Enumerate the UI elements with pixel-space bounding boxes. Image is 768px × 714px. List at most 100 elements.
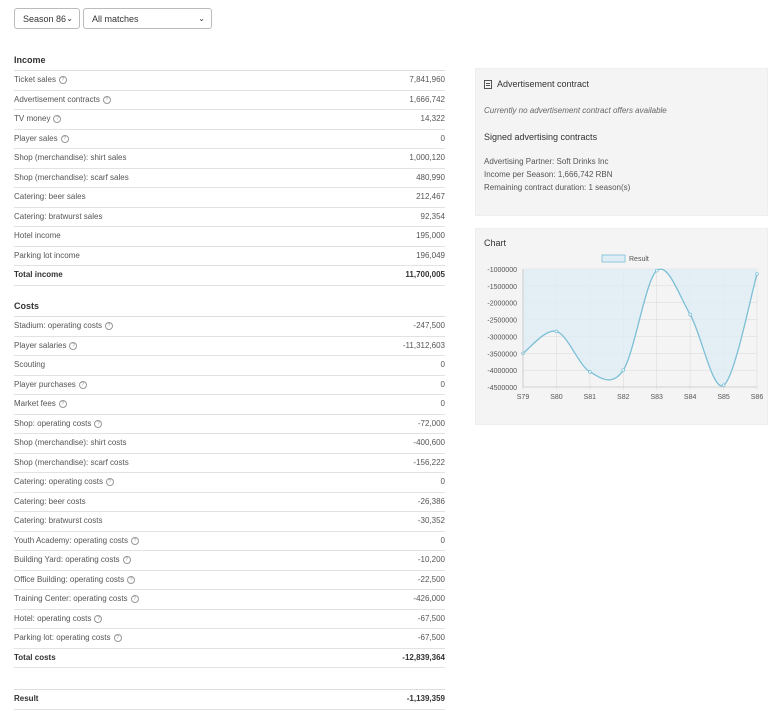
income-total-row: Total income 11,700,005 — [14, 266, 445, 286]
row-value: 14,322 — [420, 114, 445, 123]
row-label: Hotel: operating costs? — [14, 610, 103, 629]
y-tick-label: -4500000 — [487, 385, 517, 392]
y-tick-label: -2000000 — [487, 301, 517, 308]
row-value: -10,200 — [417, 555, 445, 564]
table-row: Shop (merchandise): shirt costs -400,600 — [14, 434, 445, 454]
x-tick-label: S82 — [617, 394, 630, 401]
help-icon[interactable]: ? — [94, 614, 103, 623]
help-icon[interactable]: ? — [113, 634, 122, 643]
help-icon[interactable]: ? — [58, 400, 67, 409]
help-icon[interactable]: ? — [58, 76, 67, 85]
table-row: Player purchases? 0 — [14, 376, 445, 395]
row-label: Catering: bratwurst costs — [14, 516, 103, 525]
table-row: Shop (merchandise): shirt sales 1,000,120 — [14, 149, 445, 169]
row-label: Parking lot: operating costs? — [14, 629, 122, 648]
table-row: Advertisement contracts? 1,666,742 — [14, 91, 445, 110]
help-icon[interactable]: ? — [53, 115, 62, 124]
row-label: Scouting — [14, 360, 46, 369]
y-tick-label: -3000000 — [487, 334, 517, 341]
row-label: Catering: bratwurst sales — [14, 211, 103, 221]
table-row: Catering: bratwurst sales 92,354 — [14, 208, 445, 227]
matches-select-value: All matches — [92, 13, 139, 24]
row-label: Player sales? — [14, 130, 69, 149]
row-value: -247,500 — [413, 321, 445, 330]
data-point — [621, 368, 626, 372]
table-row: Shop (merchandise): scarf sales 480,990 — [14, 169, 445, 188]
row-label: Shop (merchandise): shirt sales — [14, 153, 127, 162]
result-section: Result -1,139,359 — [14, 689, 445, 710]
table-row: Hotel: operating costs? -67,500 — [14, 610, 445, 629]
help-icon[interactable]: ? — [131, 536, 139, 545]
help-icon[interactable]: ? — [78, 380, 87, 389]
row-value: -22,500 — [417, 574, 445, 584]
total-label: Total costs — [14, 652, 56, 662]
total-value: -12,839,364 — [402, 652, 445, 662]
help-icon[interactable]: ? — [69, 341, 78, 350]
legend-label: Result — [629, 256, 649, 263]
x-tick-label: S85 — [717, 394, 730, 401]
row-label: Market fees? — [14, 395, 67, 414]
contract-duration: Remaining contract duration: 1 season(s) — [484, 183, 631, 192]
table-row: Youth Academy: operating costs? 0 — [14, 532, 445, 551]
row-value: 1,666,742 — [409, 94, 445, 104]
row-value: 0 — [440, 379, 445, 389]
help-icon[interactable]: ? — [102, 95, 111, 104]
signed-contracts-title: Signed advertising contracts — [484, 132, 598, 142]
table-row: Catering: bratwurst costs -30,352 — [14, 512, 445, 532]
table-row: Catering: operating costs? 0 — [14, 473, 445, 493]
help-icon[interactable]: ? — [105, 478, 114, 487]
row-value: -67,500 — [417, 633, 445, 642]
help-icon[interactable]: ? — [130, 595, 139, 604]
table-row: Player salaries? -11,312,603 — [14, 337, 445, 356]
row-label: TV money? — [14, 110, 62, 129]
document-icon — [484, 79, 492, 89]
help-icon[interactable]: ? — [105, 322, 114, 331]
table-row: TV money? 14,322 — [14, 110, 445, 130]
income-section: Income Ticket sales? 7,841,960 Advertiseme… — [14, 50, 445, 286]
help-icon[interactable]: ? — [122, 556, 131, 565]
row-value: 196,049 — [416, 250, 445, 260]
no-offers-text: Currently no advertisement contract offe… — [484, 106, 667, 115]
matches-select[interactable]: All matches ⌄ — [83, 8, 212, 29]
row-label: Office Building: operating costs? — [14, 571, 136, 590]
table-row: Building Yard: operating costs? -10,200 — [14, 551, 445, 571]
table-row: Shop: operating costs? -72,000 — [14, 415, 445, 434]
series-fill-area — [523, 269, 757, 386]
help-icon[interactable]: ? — [60, 134, 69, 143]
y-tick-label: -4000000 — [487, 368, 517, 375]
row-value: 212,467 — [416, 192, 445, 201]
x-tick-label: S86 — [751, 394, 764, 401]
contract-income: Income per Season: 1,666,742 RBN — [484, 170, 613, 179]
row-value: 480,990 — [416, 172, 445, 182]
result-value: -1,139,359 — [406, 694, 445, 703]
row-value: -426,000 — [413, 594, 445, 603]
season-select-value: Season 86 — [23, 13, 67, 24]
row-label: Building Yard: operating costs? — [14, 551, 131, 570]
table-row: Market fees? 0 — [14, 395, 445, 415]
legend-swatch — [601, 254, 626, 263]
data-point — [588, 370, 592, 374]
row-value: 92,354 — [420, 211, 445, 221]
x-tick-label: S80 — [550, 394, 563, 401]
row-label: Stadium: operating costs? — [14, 317, 114, 336]
row-label: Training Center: operating costs? — [14, 590, 139, 609]
help-icon[interactable]: ? — [94, 419, 103, 428]
total-label: Total income — [14, 270, 63, 279]
row-value: 1,000,120 — [409, 153, 445, 162]
row-value: -30,352 — [417, 516, 445, 525]
row-label: Catering: beer costs — [14, 496, 86, 506]
row-label: Ticket sales? — [14, 71, 67, 90]
help-icon[interactable]: ? — [127, 575, 136, 584]
data-point — [755, 272, 759, 276]
row-value: 0 — [440, 360, 445, 369]
row-value: -67,500 — [417, 613, 445, 623]
x-tick-label: S79 — [517, 394, 530, 401]
row-value: -26,386 — [417, 496, 445, 506]
result-row: Result -1,139,359 — [14, 689, 445, 710]
season-select[interactable]: Season 86 ⌄ — [14, 8, 80, 29]
table-row: Player sales? 0 — [14, 130, 445, 149]
x-tick-label: S83 — [650, 394, 663, 401]
table-row: Parking lot income 196,049 — [14, 247, 445, 266]
table-row: Scouting 0 — [14, 356, 445, 376]
table-row: Hotel income 195,000 — [14, 227, 445, 247]
